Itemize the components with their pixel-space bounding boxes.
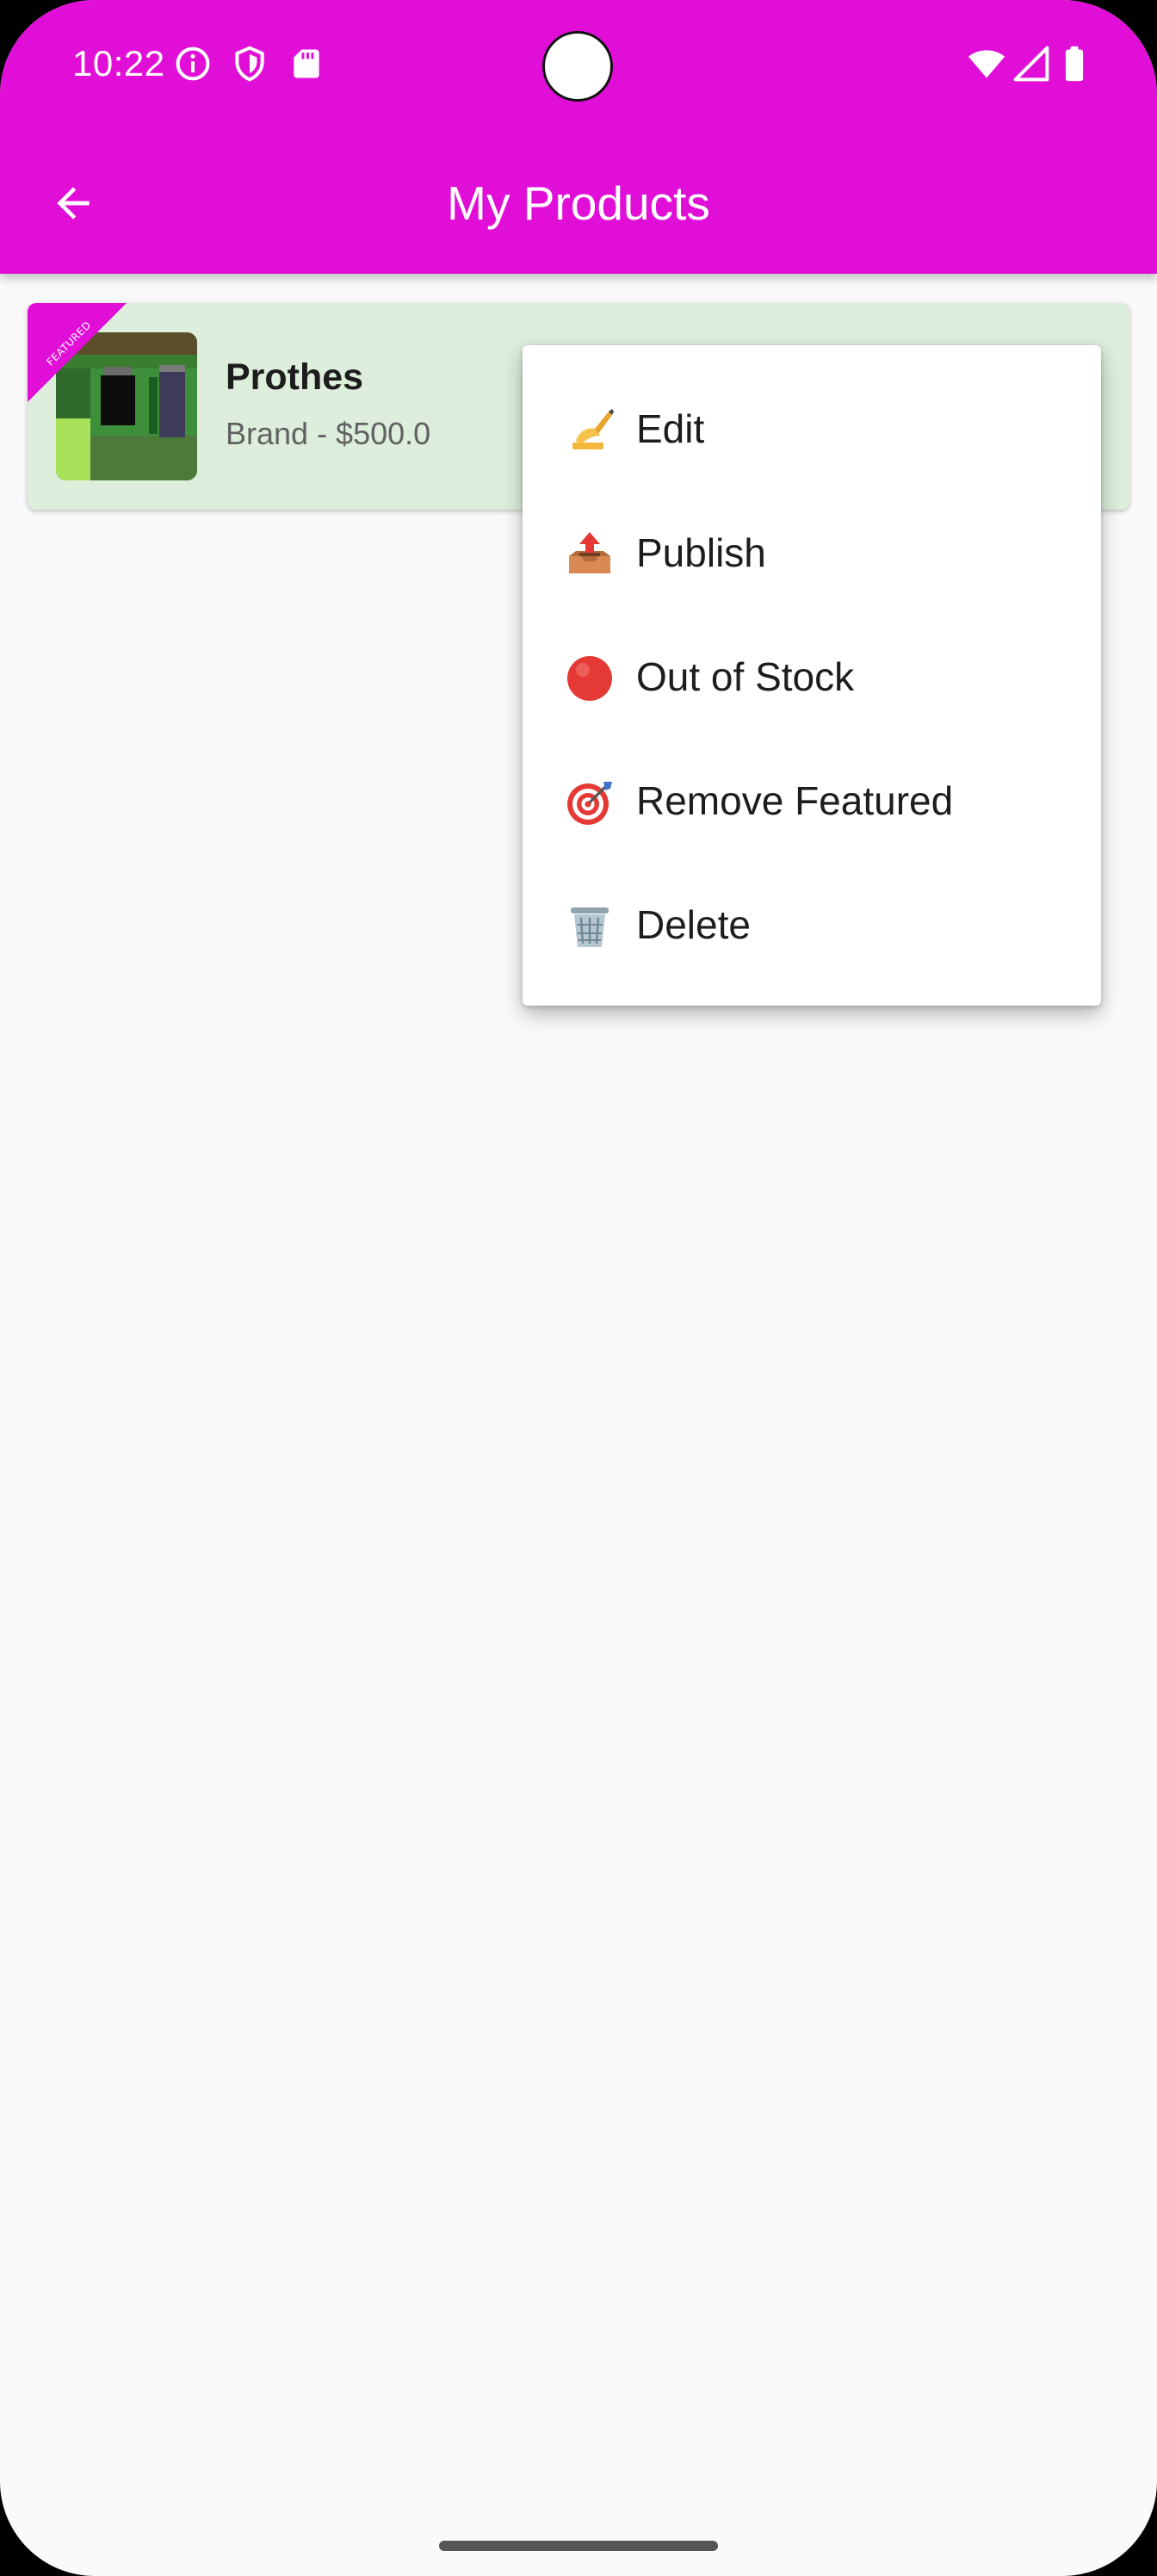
gesture-navigation-bar[interactable] [439,2541,718,2551]
menu-item-label: Out of Stock [636,654,855,699]
page-title: My Products [447,176,710,230]
product-brand-price: Brand - $500.0 [226,416,431,451]
featured-ribbon [28,303,127,402]
top-app-area: 10:22 My Products [0,0,1157,274]
menu-item-out-of-stock[interactable]: Out of Stock [523,615,1101,739]
wastebasket-icon [571,907,609,947]
app-bar: My Products [0,129,1157,274]
info-icon [176,46,210,81]
red-circle-icon [567,656,612,701]
menu-item-label: Delete [636,902,751,947]
battery-icon [1065,46,1084,82]
shield-icon [235,46,264,82]
menu-item-edit[interactable]: Edit [523,367,1101,491]
menu-item-label: Publish [636,530,766,575]
signal-icon [1013,46,1049,82]
status-bar: 10:22 [0,0,1157,129]
target-icon [567,782,612,825]
product-options-menu: Edit Publish Out of Stock Remove Feature… [523,345,1101,1006]
outbox-tray-icon [569,532,610,573]
menu-item-label: Remove Featured [636,778,954,823]
menu-item-publish[interactable]: Publish [523,491,1101,615]
writing-hand-icon [572,409,614,449]
phone-screen: 10:22 My Products FEATURED Prothes Brand… [0,0,1157,2576]
wifi-icon [968,50,1005,78]
menu-item-label: Edit [636,406,705,451]
camera-cutout [542,31,613,102]
product-name: Prothes [226,356,364,398]
sd-card-icon [294,49,319,78]
menu-item-remove-featured[interactable]: Remove Featured [523,739,1101,863]
menu-item-delete[interactable]: Delete [523,863,1101,987]
status-time: 10:22 [72,43,165,84]
